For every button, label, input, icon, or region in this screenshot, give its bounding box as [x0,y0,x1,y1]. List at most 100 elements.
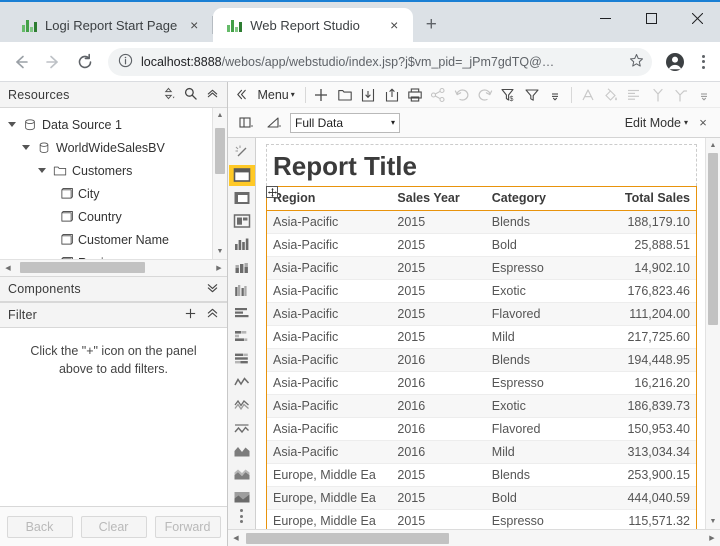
plus-icon[interactable] [184,307,197,323]
tree-item-data-source-1[interactable]: Data Source 1 [0,113,227,136]
data-mode-select[interactable]: Full Data ▾ [290,113,400,133]
grouped-horizontal-bar-icon[interactable] [229,348,255,369]
column-header-region[interactable]: Region [267,187,391,211]
table-row[interactable]: Asia-Pacific2015Mild217,725.60 [267,326,696,349]
report-title[interactable]: Report Title [266,144,697,186]
scroll-left-icon[interactable]: ◀ [0,264,16,272]
new-icon[interactable] [310,84,333,106]
table-row[interactable]: Asia-Pacific2015Bold25,888.51 [267,234,696,257]
scrollbar-track[interactable] [244,533,704,544]
align-icon[interactable] [623,84,646,106]
reload-icon[interactable] [70,47,100,77]
report-canvas[interactable]: Report Title Region Sales Year Cat [256,138,705,529]
expand-caret-icon[interactable] [20,145,32,150]
maximize-icon[interactable] [628,2,674,34]
scroll-right-icon[interactable]: ▶ [704,534,720,542]
scrollbar-track[interactable] [16,262,211,273]
scroll-left-icon[interactable]: ◀ [228,534,244,542]
redo-icon[interactable] [473,84,496,106]
chevron-double-left-icon[interactable] [232,84,251,106]
more-options-icon[interactable] [240,509,243,523]
canvas-horizontal-scrollbar[interactable]: ◀ ▶ [228,529,720,546]
save-icon[interactable] [356,84,379,106]
table-row[interactable]: Asia-Pacific2016Blends194,448.95 [267,349,696,372]
export-icon[interactable] [380,84,403,106]
table-object-icon[interactable] [229,188,255,209]
sort-icon[interactable] [162,87,175,103]
scroll-down-icon[interactable]: ▼ [706,514,720,529]
tree-item-region[interactable]: Region [0,251,227,259]
new-tab-button[interactable]: + [417,11,445,39]
scrollbar-thumb[interactable] [708,153,718,325]
table-row[interactable]: Asia-Pacific2015Flavored111,204.00 [267,303,696,326]
profile-avatar-icon[interactable] [660,47,690,77]
table-row[interactable]: Asia-Pacific2016Flavored150,953.40 [267,418,696,441]
resources-tree[interactable]: Data Source 1 WorldWideSalesBV [0,108,227,259]
more-icon[interactable] [693,84,716,106]
star-icon[interactable] [629,53,644,71]
components-panel-header[interactable]: Components [0,276,227,302]
tab-close-icon[interactable]: × [185,16,203,34]
clustered-bar-chart-icon[interactable] [229,280,255,301]
canvas-vertical-scrollbar[interactable]: ▲ ▼ [705,138,720,529]
field-checkbox-checked-icon[interactable] [58,256,74,259]
bar-chart-icon[interactable] [229,234,255,255]
table-row[interactable]: Europe, Middle Ea2015Blends253,900.15 [267,464,696,487]
tree-item-country[interactable]: Country [0,205,227,228]
report-table-container[interactable]: Region Sales Year Category Total Sales A… [266,186,697,529]
tree-vertical-scrollbar[interactable]: ▲ ▼ [212,108,227,259]
browser-tab-start-page[interactable]: Logi Report Start Page × [8,8,213,42]
more-icon[interactable] [543,84,566,106]
minimize-icon[interactable] [582,2,628,34]
back-arrow-icon[interactable] [6,47,36,77]
scroll-down-icon[interactable]: ▼ [213,244,227,259]
table-row[interactable]: Asia-Pacific2015Espresso14,902.10 [267,257,696,280]
table-row[interactable]: Europe, Middle Ea2015Bold444,040.59 [267,487,696,510]
close-report-icon[interactable]: × [692,112,714,134]
multi-line-chart-icon[interactable] [229,394,255,415]
banded-object-icon[interactable] [229,165,255,186]
column-header-category[interactable]: Category [486,187,593,211]
tree-item-customer-name[interactable]: Customer Name [0,228,227,251]
filter-value-icon[interactable]: $ [497,84,520,106]
line-chart-icon[interactable] [229,371,255,392]
field-checkbox-icon[interactable] [58,210,74,223]
chevron-double-up-icon[interactable] [206,307,219,323]
horizontal-bar-chart-icon[interactable] [229,303,255,324]
branch-icon[interactable] [669,84,692,106]
tree-item-city[interactable]: City [0,182,227,205]
share-icon[interactable] [427,84,450,106]
site-info-icon[interactable] [118,53,133,71]
collapse-up-icon[interactable] [206,87,219,103]
edit-mode-button[interactable]: Edit Mode ▾ [625,116,688,130]
tree-item-customers[interactable]: Customers [0,159,227,182]
forward-arrow-icon[interactable] [38,47,68,77]
tab-close-icon[interactable]: × [385,16,403,34]
layout-icon[interactable] [234,112,258,134]
tree-horizontal-scrollbar[interactable]: ◀ ▶ [0,259,227,276]
filter-icon[interactable] [520,84,543,106]
font-icon[interactable] [576,84,599,106]
expand-caret-icon[interactable] [36,168,48,173]
stacked-horizontal-bar-icon[interactable] [229,326,255,347]
tree-item-worldwidesalesbv[interactable]: WorldWideSalesBV [0,136,227,159]
search-icon[interactable] [184,87,197,103]
browser-tab-web-report-studio[interactable]: Web Report Studio × [213,8,413,42]
chevron-double-down-icon[interactable] [206,281,219,297]
stacked-area-chart-icon[interactable] [229,463,255,484]
forward-button[interactable]: Forward [155,516,221,538]
table-row[interactable]: Asia-Pacific2015Blends188,179.10 [267,211,696,234]
field-checkbox-icon[interactable] [58,233,74,246]
scrollbar-thumb[interactable] [215,128,225,174]
back-button[interactable]: Back [7,516,73,538]
table-row[interactable]: Europe, Middle Ea2015Espresso115,571.32 [267,510,696,530]
scrollbar-thumb[interactable] [246,533,448,544]
menu-button[interactable]: Menu ▾ [251,88,300,102]
table-row[interactable]: Asia-Pacific2016Exotic186,839.73 [267,395,696,418]
print-icon[interactable] [403,84,426,106]
column-header-sales-year[interactable]: Sales Year [391,187,485,211]
scroll-right-icon[interactable]: ▶ [211,264,227,272]
smooth-line-chart-icon[interactable] [229,417,255,438]
scrollbar-thumb[interactable] [20,262,145,273]
fill-color-icon[interactable] [599,84,622,106]
